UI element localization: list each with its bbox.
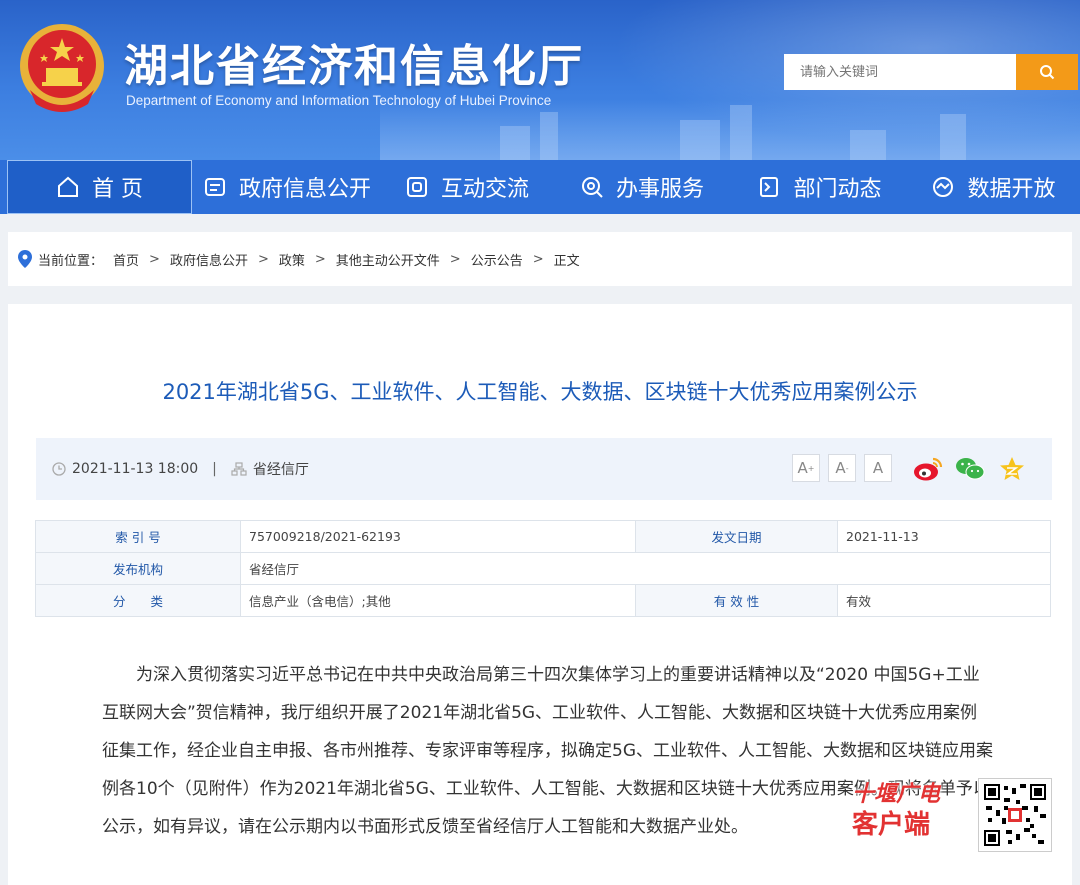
nav-label: 首 页	[92, 177, 143, 202]
article-title: 2021年湖北省5G、工业软件、人工智能、大数据、区块链十大优秀应用案例公示	[162, 380, 918, 404]
nav-item-open-data[interactable]: 数据开放	[907, 160, 1080, 214]
breadcrumb-item-current: 正文	[553, 253, 580, 269]
info-value: 2021-11-13	[837, 520, 1051, 553]
breadcrumb-item-policy[interactable]: 政策	[279, 250, 305, 269]
breadcrumb-item-notices[interactable]: 公示公告	[471, 250, 523, 269]
main-nav: 首 页 政府信息公开 互动交流 办事服务 部门动态 数据开放	[0, 160, 1080, 214]
site-header: 湖北省经济和信息化厅 Department of Economy and Inf…	[0, 0, 1080, 160]
search-service-icon	[580, 175, 604, 199]
breadcrumb-label: 当前位置：	[38, 253, 104, 269]
search-icon	[1040, 65, 1055, 80]
qzone-star-icon	[1000, 457, 1024, 480]
nav-item-gov-info[interactable]: 政府信息公开	[192, 160, 382, 214]
info-label: 发布机构	[35, 552, 241, 585]
nav-label: 政府信息公开	[238, 177, 371, 202]
info-value: 有效	[837, 584, 1051, 617]
chat-icon	[405, 175, 429, 199]
info-value: 省经信厅	[240, 552, 1051, 585]
table-row: 索 引 号 757009218/2021-62193 发文日期 2021-11-…	[35, 520, 1051, 553]
org-icon	[231, 462, 247, 476]
wechat-icon	[956, 458, 985, 480]
broadcaster-watermark: 十堰广电 客户端	[852, 780, 940, 840]
table-row: 发布机构 省经信厅	[35, 552, 1051, 585]
weibo-icon	[914, 457, 943, 481]
search-input[interactable]	[784, 54, 1016, 90]
nav-label: 互动交流	[440, 177, 529, 202]
nav-item-home[interactable]: 首 页	[7, 160, 192, 214]
breadcrumb-separator: >	[449, 251, 461, 267]
info-label: 有 效 性	[635, 584, 838, 617]
info-value: 信息产业（含电信）;其他	[240, 584, 636, 617]
document-info-table: 索 引 号 757009218/2021-62193 发文日期 2021-11-…	[35, 520, 1051, 617]
search-button[interactable]	[1016, 54, 1078, 90]
qr-code	[978, 778, 1052, 852]
site-subtitle: Department of Economy and Information Te…	[126, 93, 552, 108]
article-meta: 2021-11-13 18:00 | 省经信厅 A + A- A	[36, 438, 1052, 500]
breadcrumb-item-gov-info[interactable]: 政府信息公开	[170, 250, 248, 269]
info-label: 发文日期	[635, 520, 838, 553]
clock-icon	[52, 462, 66, 476]
info-label: 索 引 号	[35, 520, 241, 553]
breadcrumb-separator: >	[257, 251, 269, 267]
home-icon	[56, 175, 80, 199]
qzone-share-button[interactable]	[996, 454, 1028, 484]
site-title: 湖北省经济和信息化厅	[124, 41, 584, 92]
document-icon	[203, 175, 227, 199]
nav-label: 办事服务	[615, 177, 704, 202]
nav-item-services[interactable]: 办事服务	[552, 160, 732, 214]
breadcrumb-separator: >	[149, 251, 160, 267]
nav-label: 数据开放	[967, 177, 1056, 202]
breadcrumb-separator: >	[532, 251, 544, 267]
breadcrumb-item-other-files[interactable]: 其他主动公开文件	[336, 250, 440, 269]
article-publisher: 省经信厅	[252, 462, 309, 478]
data-icon	[931, 175, 955, 199]
nav-item-dept-news[interactable]: 部门动态	[732, 160, 907, 214]
font-size-medium-button[interactable]: A-	[828, 454, 856, 482]
article-datetime: 2021-11-13 18:00	[72, 461, 199, 477]
wechat-share-button[interactable]	[954, 454, 986, 484]
news-icon	[757, 175, 781, 199]
national-emblem-icon	[20, 24, 104, 112]
nav-label: 部门动态	[793, 177, 882, 202]
breadcrumb-item-home[interactable]: 首页	[113, 250, 139, 269]
font-size-large-button[interactable]: A +	[792, 454, 820, 482]
breadcrumb-separator: >	[314, 251, 326, 267]
breadcrumb: 当前位置： 首页 > 政府信息公开 > 政策 > 其他主动公开文件 > 公示公告…	[8, 232, 1072, 286]
info-label: 分 类	[35, 584, 241, 617]
font-size-reset-button[interactable]: A	[864, 454, 892, 482]
nav-item-interaction[interactable]: 互动交流	[382, 160, 552, 214]
weibo-share-button[interactable]	[912, 454, 944, 484]
location-pin-icon	[18, 250, 32, 268]
info-value: 757009218/2021-62193	[240, 520, 636, 553]
watermark-line: 客户端	[852, 810, 931, 840]
city-skyline	[380, 100, 1080, 160]
watermark-line: 十堰广电	[852, 782, 941, 807]
table-row: 分 类 信息产业（含电信）;其他 有 效 性 有效	[35, 584, 1051, 617]
qr-code-icon	[982, 782, 1048, 848]
